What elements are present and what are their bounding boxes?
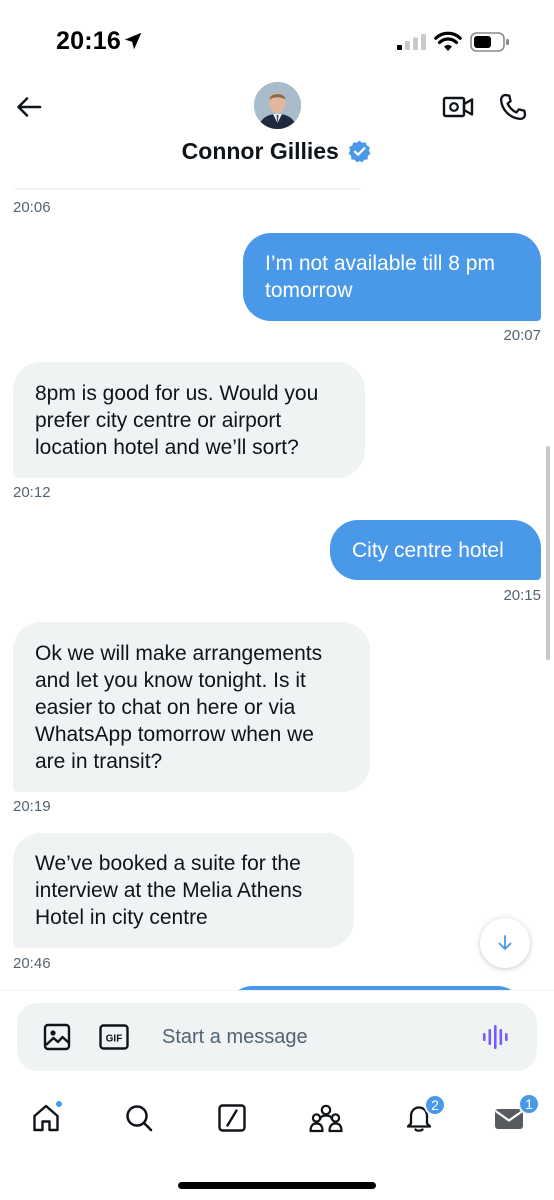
message-line: Ok we will make arrangements	[35, 641, 323, 665]
message-input[interactable]	[162, 1021, 462, 1053]
contact-name: Connor Gillies	[181, 138, 339, 164]
message-line: WhatsApp tomorrow when we	[35, 722, 314, 746]
scrollbar[interactable]	[546, 446, 550, 660]
nav-grok[interactable]	[204, 1092, 260, 1144]
message-line: We’ve booked a suite for the	[35, 852, 301, 875]
gif-label: GIF	[106, 1034, 123, 1045]
composer-bar: GIF	[0, 990, 554, 1082]
message-time: 20:46	[13, 955, 51, 972]
message-bubble-incoming[interactable]: Ok we will make arrangements and let you…	[13, 622, 370, 792]
message-bubble-incoming[interactable]: We’ve booked a suite for the interview a…	[13, 833, 354, 948]
message-line: easier to chat on here or via	[35, 695, 296, 719]
voice-message-icon[interactable]	[481, 1022, 511, 1052]
phone-call-icon[interactable]	[498, 92, 528, 122]
gif-button[interactable]: GIF	[99, 1024, 129, 1050]
message-bubble-outgoing[interactable]: I’m not available till 8 pm tomorrow	[243, 233, 541, 321]
nav-home[interactable]	[18, 1092, 74, 1144]
message-line: City centre hotel	[352, 538, 504, 562]
home-indicator[interactable]	[178, 1182, 376, 1189]
message-line: tomorrow	[265, 279, 353, 302]
verified-badge-icon	[348, 140, 371, 163]
message-line: prefer city centre or airport	[35, 408, 282, 432]
message-line: 8pm is good for us. Would you	[35, 381, 319, 405]
video-call-icon[interactable]	[442, 93, 474, 121]
communities-icon	[309, 1104, 343, 1133]
message-time: 20:19	[13, 798, 51, 815]
back-arrow-icon[interactable]	[14, 92, 44, 122]
gif-icon: GIF	[99, 1024, 129, 1050]
composer: GIF	[17, 1003, 537, 1071]
conversation-header: Connor Gillies	[0, 70, 554, 188]
bottom-nav: 2 1	[0, 1082, 554, 1200]
nav-communities[interactable]	[298, 1092, 354, 1144]
message-line: and let you know tonight. Is it	[35, 668, 306, 692]
grok-icon	[218, 1104, 246, 1132]
notifications-badge: 2	[424, 1094, 446, 1116]
message-time: 20:06	[13, 199, 51, 216]
message-line: are in transit?	[35, 749, 163, 773]
nav-messages[interactable]: 1	[481, 1092, 540, 1144]
avatar[interactable]	[254, 82, 301, 129]
contact-name-row[interactable]: Connor Gillies	[0, 138, 554, 165]
message-bubble-incoming[interactable]: 8pm is good for us. Would you prefer cit…	[13, 362, 365, 478]
nav-notifications[interactable]: 2	[391, 1092, 447, 1144]
nav-explore[interactable]	[111, 1092, 167, 1144]
message-line: interview at the Melia Athens	[35, 879, 303, 902]
message-line: I’m not available till 8 pm	[265, 252, 495, 275]
message-line: Hotel in city centre	[35, 906, 208, 929]
home-new-dot	[54, 1099, 64, 1109]
messages-badge: 1	[518, 1093, 540, 1115]
arrow-down-icon	[498, 935, 512, 950]
message-time: 20:07	[503, 327, 541, 344]
message-bubble-outgoing[interactable]: City centre hotel	[330, 520, 541, 580]
message-time: 20:12	[13, 484, 51, 501]
image-icon[interactable]	[43, 1023, 71, 1051]
scroll-to-bottom-button[interactable]	[480, 918, 530, 968]
message-time: 20:15	[503, 587, 541, 604]
contact-photo	[254, 82, 301, 129]
search-icon	[126, 1105, 153, 1132]
message-line: location hotel and we’ll sort?	[35, 435, 299, 459]
